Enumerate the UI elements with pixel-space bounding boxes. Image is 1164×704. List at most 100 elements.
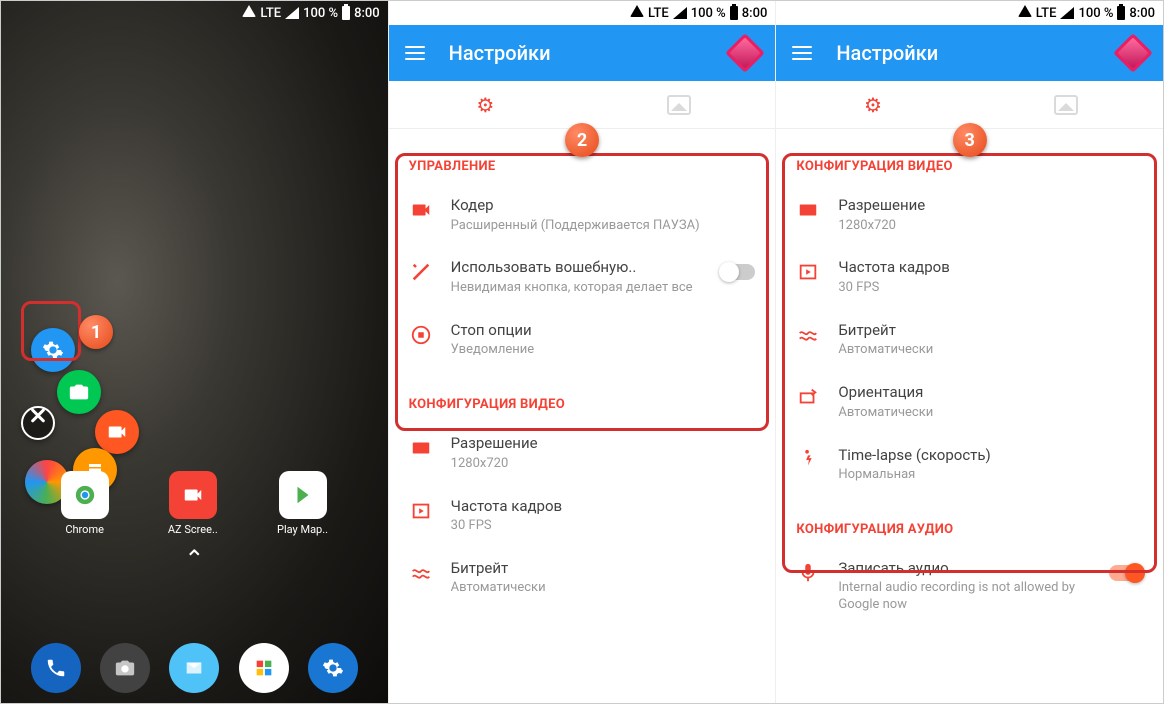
tab-gallery[interactable]: [970, 81, 1163, 128]
appbar-title: Настройки: [449, 41, 708, 65]
panel-settings-1: LTE 100 % 8:00 Настройки ⚙ УПРАВЛЕНИЕ Ко…: [389, 1, 777, 703]
row-orientation[interactable]: ОриентацияАвтоматически: [776, 371, 1163, 433]
net-label: LTE: [1036, 6, 1057, 21]
gear-icon: [42, 339, 64, 361]
toggle-audio[interactable]: [1109, 565, 1143, 581]
battery-label: 100 %: [1078, 6, 1113, 21]
row-title: Записать аудио: [838, 559, 1091, 579]
row-title: Частота кадров: [838, 258, 1143, 278]
play-icon: [292, 484, 314, 506]
fab-record-button[interactable]: [95, 410, 139, 454]
app-label: AZ Scree..: [168, 523, 218, 536]
row-title: Битрейт: [451, 559, 756, 579]
dock: [1, 643, 388, 693]
dock-camera[interactable]: [100, 643, 150, 693]
app-chrome[interactable]: Chrome: [61, 471, 109, 536]
row-sub: Internal audio recording is not allowed …: [838, 580, 1091, 614]
row-title: Стоп опции: [451, 321, 756, 341]
signal-icon: [285, 7, 299, 19]
settings-content[interactable]: КОНФИГУРАЦИЯ ВИДЕО Разрешение1280x720 Ча…: [776, 129, 1163, 703]
battery-icon: [730, 6, 738, 20]
videocam-icon: [106, 421, 128, 443]
menu-button[interactable]: [792, 46, 812, 60]
image-icon: [667, 95, 691, 115]
dock-phone[interactable]: [31, 643, 81, 693]
close-icon: [29, 414, 47, 432]
row-title: Ориентация: [838, 383, 1143, 403]
row-fps[interactable]: Частота кадров30 FPS: [389, 485, 776, 547]
tabbar: ⚙: [776, 81, 1163, 129]
row-title: Частота кадров: [451, 497, 756, 517]
dock-settings[interactable]: [308, 643, 358, 693]
dock-mail[interactable]: [169, 643, 219, 693]
row-sub: Автоматически: [451, 580, 756, 597]
app-play[interactable]: Play Map..: [277, 471, 328, 536]
bitrate-icon: [409, 561, 433, 585]
premium-gem-icon[interactable]: [1113, 33, 1153, 73]
appbar: Настройки: [776, 25, 1163, 81]
signal-icon: [673, 7, 687, 19]
videocam-icon: [409, 198, 433, 222]
drawer-caret-icon[interactable]: ⌃: [184, 545, 204, 573]
fab-close-button[interactable]: [21, 406, 55, 440]
image-icon: [1054, 95, 1078, 115]
wifi-icon: [242, 5, 256, 21]
row-title: Кодер: [451, 196, 756, 216]
battery-label: 100 %: [691, 6, 726, 21]
fab-settings-button[interactable]: [31, 328, 75, 372]
panel-home: LTE 100 % 8:00 Chrome AZ Scree.. Play Ma…: [1, 1, 389, 703]
orientation-icon: [796, 385, 820, 409]
row-sub: Невидимая кнопка, которая делает все: [451, 280, 704, 297]
statusbar: LTE 100 % 8:00: [1010, 1, 1163, 25]
row-audio[interactable]: Записать аудиоInternal audio recording i…: [776, 547, 1163, 626]
battery-icon: [1117, 6, 1125, 20]
wifi-icon: [630, 5, 644, 21]
net-label: LTE: [260, 6, 281, 21]
row-title: Разрешение: [451, 434, 756, 454]
timelapse-icon: [796, 448, 820, 472]
badge-3: 3: [953, 123, 987, 157]
row-sub: 30 FPS: [838, 280, 1143, 297]
dock-gallery[interactable]: [239, 643, 289, 693]
battery-icon: [342, 6, 350, 20]
tab-settings[interactable]: ⚙: [776, 81, 969, 128]
row-timelapse[interactable]: Time-lapse (скорость)Нормальная: [776, 434, 1163, 496]
wifi-icon: [1018, 5, 1032, 21]
tab-settings[interactable]: ⚙: [389, 81, 582, 128]
signal-icon: [1060, 7, 1074, 19]
badge-2: 2: [565, 123, 599, 157]
fab-camera-button[interactable]: [57, 370, 101, 414]
row-resolution[interactable]: Разрешение1280x720: [389, 422, 776, 484]
appbar-title: Настройки: [836, 41, 1095, 65]
row-fps[interactable]: Частота кадров 30 FPS: [776, 246, 1163, 308]
menu-button[interactable]: [405, 46, 425, 60]
row-sub: Нормальная: [838, 467, 1143, 484]
statusbar: LTE 100 % 8:00: [622, 1, 775, 25]
gear-icon: ⚙: [476, 93, 494, 117]
tab-gallery[interactable]: [582, 81, 775, 128]
fps-icon: [409, 499, 433, 523]
panel-settings-2: LTE 100 % 8:00 Настройки ⚙ КОНФИГУРАЦИЯ …: [776, 1, 1163, 703]
app-azscreen[interactable]: AZ Scree..: [168, 471, 218, 536]
app-label: Play Map..: [277, 523, 328, 536]
camera-icon: [114, 657, 136, 679]
row-bitrate[interactable]: БитрейтАвтоматически: [776, 309, 1163, 371]
toggle-magic[interactable]: [721, 264, 755, 280]
appbar: Настройки: [389, 25, 776, 81]
row-title: Time-lapse (скорость): [838, 446, 1143, 466]
row-magic[interactable]: Использовать вошебную..Невидимая кнопка,…: [389, 246, 776, 308]
settings-content[interactable]: УПРАВЛЕНИЕ КодерРасширенный (Поддерживае…: [389, 129, 776, 703]
row-stop[interactable]: Стоп опцииУведомление: [389, 309, 776, 371]
row-resolution[interactable]: Разрешение1280x720: [776, 184, 1163, 246]
phone-icon: [45, 657, 67, 679]
premium-gem-icon[interactable]: [726, 33, 766, 73]
row-sub: Расширенный (Поддерживается ПАУЗА): [451, 218, 756, 235]
camera-icon: [68, 381, 90, 403]
row-sub: Уведомление: [451, 342, 756, 359]
row-bitrate[interactable]: БитрейтАвтоматически: [389, 547, 776, 609]
battery-label: 100 %: [303, 6, 338, 21]
net-label: LTE: [648, 6, 669, 21]
app-label: Chrome: [65, 523, 104, 536]
row-sub: Автоматически: [838, 342, 1143, 359]
row-encoder[interactable]: Кодер Расширенный (Поддерживается ПАУЗА): [389, 184, 776, 246]
